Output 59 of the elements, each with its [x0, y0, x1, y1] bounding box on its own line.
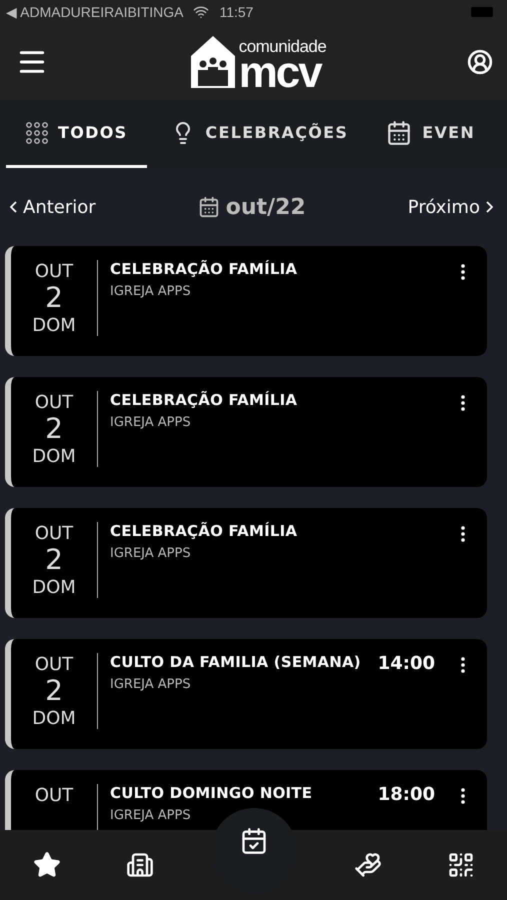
qr-code-icon — [446, 851, 474, 879]
event-organizer: IGREJA APPS — [110, 284, 192, 299]
building-icon — [126, 851, 154, 879]
event-card[interactable]: OUT 2 DOM CELEBRAÇÃO FAMÍLIA IGREJA APPS — [5, 377, 487, 487]
event-card[interactable]: OUT CULTO DOMINGO NOITE IGREJA APPS 18:00 — [5, 770, 487, 830]
logo-title: mcv — [238, 54, 322, 90]
category-tab[interactable]: CELEBRAÇÕES — [147, 100, 372, 168]
event-day: 2 — [45, 545, 63, 576]
event-weekday: DOM — [32, 445, 76, 469]
event-card[interactable]: OUT 2 DOM CELEBRAÇÃO FAMÍLIA IGREJA APPS — [5, 508, 487, 618]
event-title: CULTO DA FAMILIA (SEMANA) — [110, 653, 362, 671]
event-card[interactable]: OUT 2 DOM CELEBRAÇÃO FAMÍLIA IGREJA APPS — [5, 246, 487, 356]
grid-icon — [26, 122, 48, 144]
back-to-app-label[interactable]: ◀ ADMADUREIRAIBITINGA — [6, 4, 184, 20]
event-weekday: DOM — [32, 707, 76, 731]
event-month: OUT — [34, 391, 74, 414]
event-organizer: IGREJA APPS — [110, 677, 192, 692]
current-month: out/22 — [226, 194, 306, 220]
category-tab[interactable]: TODOS — [6, 100, 148, 168]
calendar-icon — [198, 196, 220, 218]
event-title: CELEBRAÇÃO FAMÍLIA — [110, 522, 298, 540]
category-tab[interactable]: EVEN — [372, 100, 490, 168]
calendar-icon — [386, 120, 412, 146]
kebab-icon — [461, 395, 465, 411]
event-day: 2 — [45, 283, 63, 314]
kebab-icon — [461, 788, 465, 804]
event-day: 2 — [45, 676, 63, 708]
chevron-left-icon — [10, 201, 17, 213]
event-month: OUT — [34, 784, 74, 808]
chevron-right-icon — [486, 201, 493, 213]
next-link[interactable]: Próximo — [408, 196, 493, 218]
event-month: OUT — [34, 653, 74, 676]
profile-button[interactable] — [467, 49, 493, 75]
previous-link[interactable]: Anterior — [10, 196, 96, 218]
event-organizer: IGREJA APPS — [110, 546, 192, 561]
battery-icon — [471, 7, 493, 17]
event-time: 18:00 — [378, 784, 435, 807]
event-title: CULTO DOMINGO NOITE — [110, 784, 314, 802]
calendar-check-icon — [240, 827, 268, 855]
logo-subtitle: comunidade — [238, 38, 326, 55]
hand-heart-icon — [354, 851, 382, 879]
logo-house-drawing — [188, 34, 237, 90]
status-time: 11:57 — [219, 4, 254, 20]
kebab-icon — [461, 526, 465, 542]
event-month: OUT — [34, 260, 74, 284]
event-title: CELEBRAÇÃO FAMÍLIA — [110, 391, 298, 409]
event-organizer: IGREJA APPS — [110, 415, 192, 430]
event-organizer: IGREJA APPS — [110, 808, 192, 823]
event-weekday: DOM — [32, 576, 76, 600]
event-day: 2 — [45, 414, 63, 446]
event-time: 14:00 — [378, 653, 435, 676]
event-month: OUT — [34, 522, 74, 546]
event-weekday: DOM — [32, 314, 76, 338]
star-icon — [32, 851, 60, 879]
event-card[interactable]: OUT 2 DOM CULTO DA FAMILIA (SEMANA) IGREJA APPS 14:00 — [5, 639, 487, 749]
event-title: CELEBRAÇÃO FAMÍLIA — [110, 260, 298, 278]
kebab-icon — [461, 657, 465, 673]
kebab-icon — [461, 264, 465, 280]
wifi-icon — [193, 4, 210, 20]
